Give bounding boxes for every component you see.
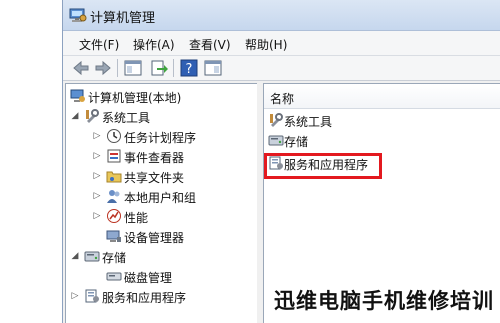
tree-item-system-tools[interactable]: ◢ 系统工具 — [70, 108, 250, 126]
tree-item-root[interactable]: 计算机管理(本地) — [70, 88, 250, 106]
clock-icon — [106, 128, 122, 144]
svg-text:?: ? — [186, 62, 193, 77]
collapse-arrow-icon[interactable]: ◢ — [70, 111, 80, 121]
tree-item-label: 任务计划程序 — [124, 131, 197, 145]
navigation-tree: 计算机管理(本地) ◢ 系统工具 ▷ 任务计划程序 ▷ 事件查看器 ▷ 共享文件… — [65, 83, 258, 323]
services-icon — [84, 288, 100, 304]
tree-item-task-scheduler[interactable]: ▷ 任务计划程序 — [70, 128, 250, 146]
tree-item-storage[interactable]: ◢ 存储 — [70, 248, 250, 266]
tree-item-event-viewer[interactable]: ▷ 事件查看器 — [70, 148, 250, 166]
tree-item-services-apps[interactable]: ▷ 服务和应用程序 — [70, 288, 250, 306]
menu-file[interactable]: 文件(F) — [79, 36, 119, 53]
highlight-annotation-box — [264, 153, 382, 179]
column-header-label: 名称 — [270, 92, 295, 106]
tree-item-performance[interactable]: ▷ 性能 — [70, 208, 250, 226]
properties-icon[interactable] — [203, 58, 223, 78]
expand-arrow-icon[interactable]: ▷ — [92, 171, 102, 181]
event-viewer-icon — [106, 148, 122, 164]
list-item-label: 系统工具 — [284, 115, 333, 129]
window-title: 计算机管理 — [90, 11, 156, 26]
export-list-icon[interactable] — [149, 58, 169, 78]
tree-item-label: 磁盘管理 — [124, 271, 173, 285]
menu-action[interactable]: 操作(A) — [133, 36, 175, 53]
expand-arrow-icon[interactable]: ▷ — [92, 151, 102, 161]
collapse-arrow-icon[interactable]: ◢ — [70, 251, 80, 261]
tools-icon — [84, 108, 100, 124]
computer-management-icon — [70, 88, 86, 104]
menu-view[interactable]: 查看(V) — [189, 36, 231, 53]
tree-item-disk-management[interactable]: 磁盘管理 — [70, 268, 250, 286]
users-icon — [106, 188, 122, 204]
help-icon[interactable]: ? — [179, 58, 199, 78]
tree-item-device-manager[interactable]: 设备管理器 — [70, 228, 250, 246]
tree-item-local-users[interactable]: ▷ 本地用户和组 — [70, 188, 250, 206]
device-manager-icon — [106, 228, 122, 244]
tools-icon — [268, 112, 284, 128]
list-item-storage[interactable]: 存储 — [268, 132, 418, 150]
tree-item-label: 服务和应用程序 — [102, 291, 187, 305]
computer-management-window: 计算机管理 文件(F) 操作(A) 查看(V) 帮助(H) ? 计算机管理(本地… — [62, 0, 500, 323]
toolbar-separator — [117, 59, 118, 77]
tree-item-shared-folders[interactable]: ▷ 共享文件夹 — [70, 168, 250, 186]
back-icon[interactable] — [71, 58, 91, 78]
column-header-name[interactable]: 名称 — [264, 84, 500, 109]
forward-icon[interactable] — [93, 58, 113, 78]
tree-item-label: 本地用户和组 — [124, 191, 197, 205]
computer-management-icon — [69, 7, 87, 23]
tree-item-label: 事件查看器 — [124, 151, 185, 165]
list-item-system-tools[interactable]: 系统工具 — [268, 112, 418, 130]
shared-folder-icon — [106, 168, 122, 184]
tree-item-label: 存储 — [102, 251, 127, 265]
performance-icon — [106, 208, 122, 224]
storage-icon — [84, 248, 100, 264]
disk-icon — [106, 268, 122, 284]
toolbar-separator — [173, 59, 174, 77]
tree-item-label: 设备管理器 — [124, 231, 185, 245]
expand-arrow-icon[interactable]: ▷ — [92, 211, 102, 221]
toolbar: ? — [63, 56, 500, 81]
tree-item-label: 计算机管理(本地) — [88, 91, 182, 105]
expand-arrow-icon[interactable]: ▷ — [92, 191, 102, 201]
tree-item-label: 共享文件夹 — [124, 171, 185, 185]
tree-item-label: 性能 — [124, 211, 149, 225]
menu-bar: 文件(F) 操作(A) 查看(V) 帮助(H) — [63, 31, 500, 56]
watermark-text: 迅维电脑手机维修培训 — [274, 289, 494, 313]
storage-icon — [268, 132, 284, 148]
tree-item-label: 系统工具 — [102, 111, 151, 125]
menu-help[interactable]: 帮助(H) — [245, 36, 287, 53]
show-hide-tree-icon[interactable] — [123, 58, 143, 78]
expand-arrow-icon[interactable]: ▷ — [92, 131, 102, 141]
expand-arrow-icon[interactable]: ▷ — [70, 291, 80, 301]
list-item-label: 存储 — [284, 135, 309, 149]
title-bar: 计算机管理 — [63, 0, 500, 31]
